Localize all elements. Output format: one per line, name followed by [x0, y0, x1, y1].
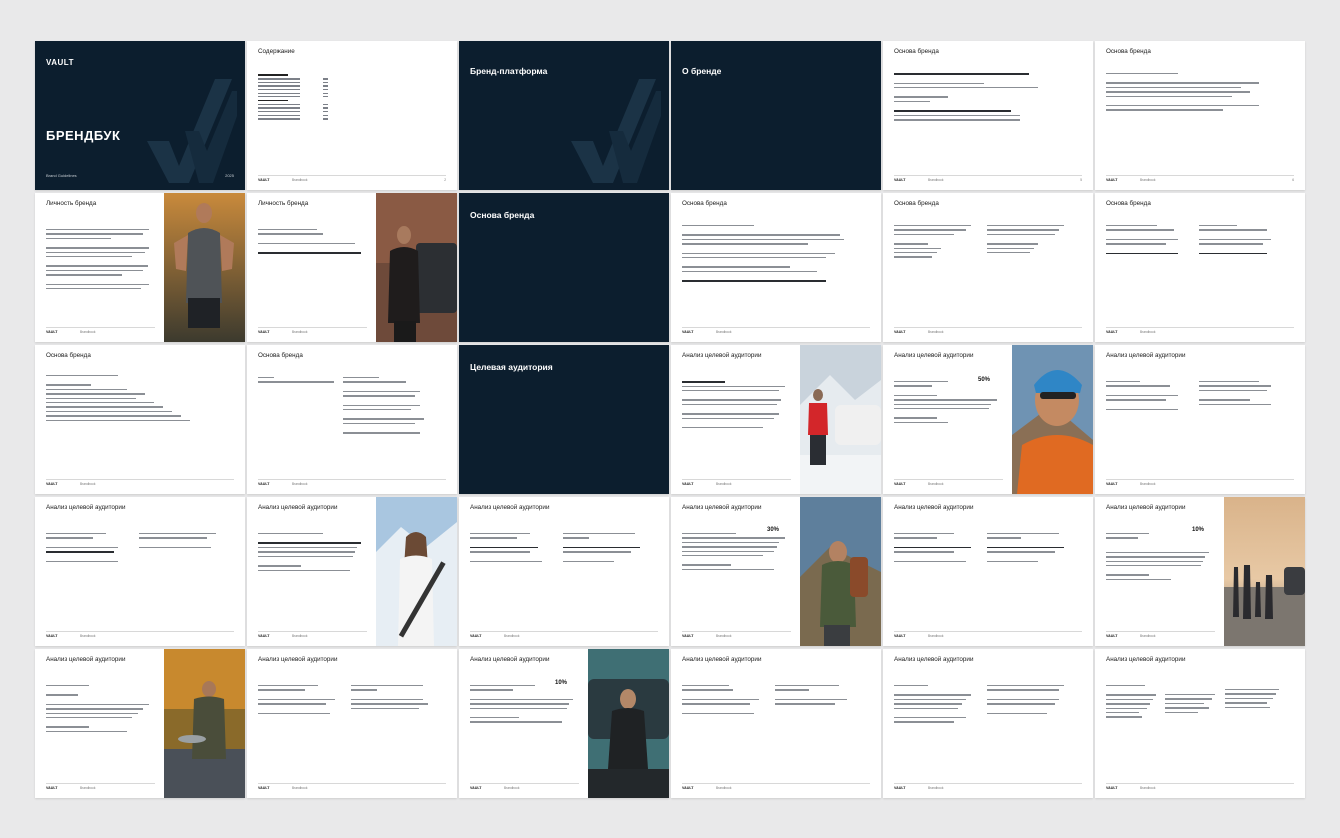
- slide-brand-basis[interactable]: Основа бренда VAULT Brandbook: [35, 345, 245, 494]
- slide-brand-basis[interactable]: Основа бренда VAULT Brandbook: [671, 193, 881, 342]
- slide-section-about[interactable]: О бренде: [671, 41, 881, 190]
- slide-cover[interactable]: VAULT БРЕНДБУК Brand Guidelines 2025: [35, 41, 245, 190]
- slide-audience-analysis[interactable]: Анализ целевой аудитории VAULT Brandbook: [247, 497, 457, 646]
- slide-title: Анализ целевой аудитории: [894, 504, 974, 511]
- slide-title: Личность бренда: [46, 200, 97, 207]
- brand-mark-icon: [147, 79, 237, 183]
- slide-audience-analysis[interactable]: Анализ целевой аудитории VAULT Brandbook: [247, 649, 457, 798]
- section-title: Основа бренда: [470, 210, 535, 220]
- slide-audience-analysis[interactable]: Анализ целевой аудитории VAULT Brandbook: [35, 497, 245, 646]
- slide-audience-analysis[interactable]: Анализ целевой аудитории 30% VAULT Brandb…: [671, 497, 881, 646]
- climber-helmet-photo: [1012, 345, 1093, 494]
- slide-footer: VAULT Brandbook 2: [258, 175, 446, 184]
- slide-audience-analysis[interactable]: Анализ целевой аудитории VAULT Brandbook: [459, 497, 669, 646]
- man-sitting-car-photo: [588, 649, 669, 798]
- woman-skier-photo: [376, 497, 457, 646]
- cover-subtitle: Brand Guidelines: [46, 173, 77, 178]
- slide-audience-analysis[interactable]: Анализ целевой аудитории VAULT Brandbook: [671, 345, 881, 494]
- slide-title: Анализ целевой аудитории: [470, 504, 550, 511]
- slide-title: Анализ целевой аудитории: [1106, 504, 1186, 511]
- brand-mark-icon: [571, 79, 661, 183]
- slide-section-brand-basis[interactable]: Основа бренда: [459, 193, 669, 342]
- man-with-car-mountains-photo: [800, 345, 881, 494]
- slide-title: Анализ целевой аудитории: [894, 352, 974, 359]
- slide-title: Личность бренда: [258, 200, 309, 207]
- fisherman-river-photo: [164, 649, 245, 798]
- slide-brand-personality[interactable]: Личность бренда VAULT Brandbook: [35, 193, 245, 342]
- contents-list: [258, 74, 328, 122]
- slide-audience-analysis[interactable]: Анализ целевой аудитории VAULT Brandbook: [1095, 345, 1305, 494]
- slide-title: Анализ целевой аудитории: [258, 504, 338, 511]
- slide-grid: VAULT БРЕНДБУК Brand Guidelines 2025 Сод…: [35, 41, 1305, 798]
- slide-section-brand-platform[interactable]: Бренд-платформа: [459, 41, 669, 190]
- slide-audience-analysis[interactable]: Анализ целевой аудитории VAULT Brandbook: [883, 497, 1093, 646]
- slide-audience-analysis[interactable]: Анализ целевой аудитории VAULT Brandbook: [671, 649, 881, 798]
- slide-title: Анализ целевой аудитории: [682, 352, 762, 359]
- section-title: Целевая аудитория: [470, 362, 553, 372]
- slide-title: Основа бренда: [894, 200, 939, 207]
- slide-title: Анализ целевой аудитории: [894, 656, 974, 663]
- slide-audience-analysis[interactable]: Анализ целевой аудитории VAULT Brandbook: [1095, 649, 1305, 798]
- slide-audience-analysis[interactable]: Анализ целевой аудитории 50% VAULT Brandb…: [883, 345, 1093, 494]
- cover-title: БРЕНДБУК: [46, 128, 121, 143]
- slide-title: Основа бренда: [682, 200, 727, 207]
- man-with-suv-photo: [376, 193, 457, 342]
- slide-title: Анализ целевой аудитории: [46, 656, 126, 663]
- slide-audience-analysis[interactable]: Анализ целевой аудитории 10% VAULT Brandb…: [1095, 497, 1305, 646]
- slide-brand-basis[interactable]: Основа бренда VAULT Brandbook: [883, 193, 1093, 342]
- slide-title: Основа бренда: [1106, 48, 1151, 55]
- slide-title: Основа бренда: [1106, 200, 1151, 207]
- slide-contents[interactable]: Содержание VAULT Brandbook 2: [247, 41, 457, 190]
- slide-audience-analysis[interactable]: Анализ целевой аудитории 10% VAULT Brandb…: [459, 649, 669, 798]
- slide-title: Анализ целевой аудитории: [682, 656, 762, 663]
- slide-title: Содержание: [258, 48, 295, 55]
- slide-title: Анализ целевой аудитории: [258, 656, 338, 663]
- section-title: О бренде: [682, 66, 722, 76]
- slide-title: Анализ целевой аудитории: [470, 656, 550, 663]
- slide-brand-basis[interactable]: Основа бренда VAULT Brandbook 5: [883, 41, 1093, 190]
- slide-brand-personality[interactable]: Личность бренда VAULT Brandbook: [247, 193, 457, 342]
- slide-title: Основа бренда: [894, 48, 939, 55]
- slide-audience-analysis[interactable]: Анализ целевой аудитории VAULT Brandbook: [883, 649, 1093, 798]
- runner-photo: [164, 193, 245, 342]
- slide-title: Анализ целевой аудитории: [1106, 656, 1186, 663]
- hiker-backpack-photo: [800, 497, 881, 646]
- slide-title: Анализ целевой аудитории: [682, 504, 762, 511]
- family-sunset-photo: [1224, 497, 1305, 646]
- cover-year: 2025: [225, 173, 234, 178]
- slide-title: Основа бренда: [46, 352, 91, 359]
- slide-title: Анализ целевой аудитории: [1106, 352, 1186, 359]
- slide-brand-basis[interactable]: Основа бренда VAULT Brandbook: [247, 345, 457, 494]
- slide-audience-analysis[interactable]: Анализ целевой аудитории VAULT Brandbook: [35, 649, 245, 798]
- slide-brand-basis[interactable]: Основа бренда VAULT Brandbook: [1095, 193, 1305, 342]
- slide-section-target-audience[interactable]: Целевая аудитория: [459, 345, 669, 494]
- slide-title: Основа бренда: [258, 352, 303, 359]
- brand-logo: VAULT: [46, 58, 74, 67]
- slide-title: Анализ целевой аудитории: [46, 504, 126, 511]
- slide-brand-basis[interactable]: Основа бренда VAULT Brandbook 6: [1095, 41, 1305, 190]
